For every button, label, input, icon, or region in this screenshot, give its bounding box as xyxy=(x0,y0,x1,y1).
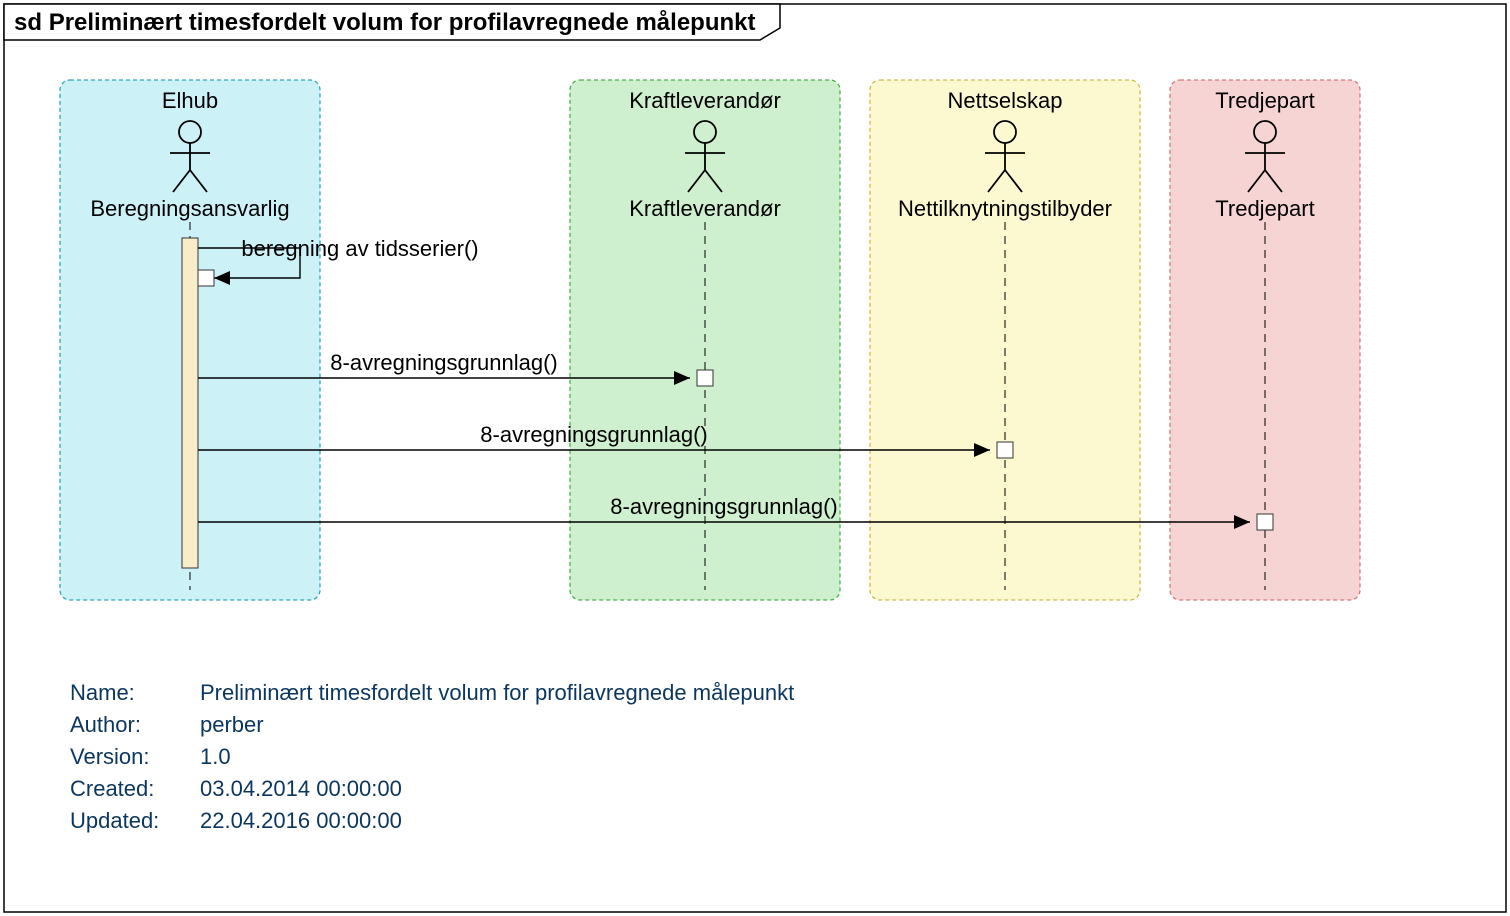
exec-box xyxy=(997,442,1013,458)
actor-label: Kraftleverandør xyxy=(629,196,781,221)
meta-created-value: 03.04.2014 00:00:00 xyxy=(200,776,402,801)
meta-created-label: Created: xyxy=(70,776,154,801)
exec-box xyxy=(697,370,713,386)
actor-label: Nettilknytningstilbyder xyxy=(898,196,1112,221)
meta-version-value: 1.0 xyxy=(200,744,231,769)
meta-updated-value: 22.04.2016 00:00:00 xyxy=(200,808,402,833)
frame-title: sd Preliminært timesfordelt volum for pr… xyxy=(14,9,756,36)
meta-author-label: Author: xyxy=(70,712,141,737)
lane-header: Kraftleverandør xyxy=(629,88,781,113)
msg-label: 8-avregningsgrunnlag() xyxy=(480,422,707,447)
meta-name-value: Preliminært timesfordelt volum for profi… xyxy=(200,680,794,705)
actor-label: Beregningsansvarlig xyxy=(90,196,289,221)
meta-updated-label: Updated: xyxy=(70,808,159,833)
exec-box xyxy=(198,270,214,286)
lane-header: Elhub xyxy=(162,88,218,113)
meta-author-value: perber xyxy=(200,712,264,737)
sequence-diagram: sd Preliminært timesfordelt volum for pr… xyxy=(0,0,1510,916)
lane-header: Nettselskap xyxy=(948,88,1063,113)
actor-label: Tredjepart xyxy=(1215,196,1314,221)
metadata-block: Name: Preliminært timesfordelt volum for… xyxy=(70,680,794,833)
msg-label: beregning av tidsserier() xyxy=(241,236,478,261)
lane-header: Tredjepart xyxy=(1215,88,1314,113)
meta-version-label: Version: xyxy=(70,744,150,769)
meta-name-label: Name: xyxy=(70,680,135,705)
msg-label: 8-avregningsgrunnlag() xyxy=(610,494,837,519)
exec-box xyxy=(1257,514,1273,530)
activation-bar xyxy=(182,238,198,568)
msg-label: 8-avregningsgrunnlag() xyxy=(330,350,557,375)
